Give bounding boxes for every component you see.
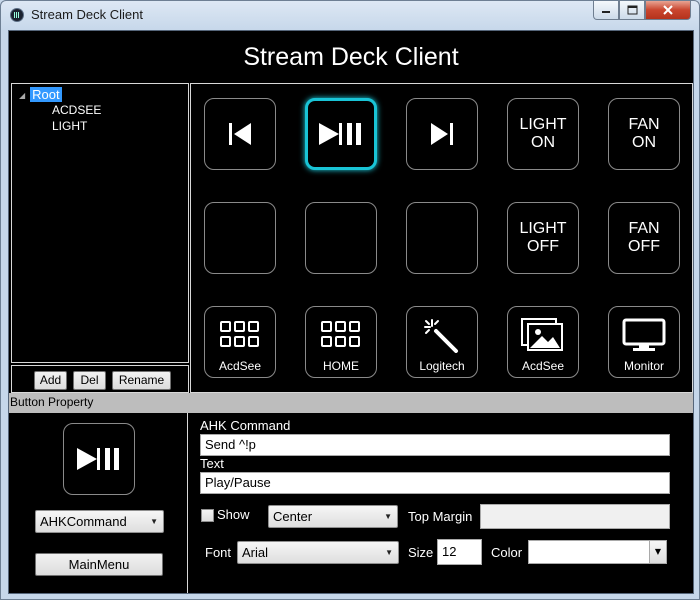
key-13[interactable]: Logitech	[406, 306, 478, 378]
apps-grid-icon	[321, 321, 360, 347]
key-2[interactable]	[305, 98, 377, 170]
client-area: Stream Deck Client ◢ Root ACDSEE LIGHT Ad…	[8, 30, 694, 594]
key-6[interactable]	[204, 202, 276, 274]
property-left-panel: AHKCommand ▼ MainMenu	[9, 413, 188, 593]
chevron-down-icon: ▼	[385, 548, 393, 557]
maximize-icon	[627, 5, 637, 15]
title-bar[interactable]: Stream Deck Client	[1, 1, 699, 29]
key-15[interactable]: Monitor	[608, 306, 680, 378]
show-label: Show	[217, 507, 250, 522]
font-select[interactable]: Arial ▼	[237, 541, 399, 564]
add-button[interactable]: Add	[34, 371, 67, 390]
key-7[interactable]	[305, 202, 377, 274]
text-label: Text	[200, 456, 224, 471]
font-value: Arial	[242, 545, 269, 560]
page-title: Stream Deck Client	[243, 43, 459, 71]
action-type-value: AHKCommand	[40, 514, 127, 529]
skip-previous-icon	[229, 123, 251, 145]
size-label: Size	[408, 545, 434, 560]
top-margin-input[interactable]	[480, 504, 670, 529]
rename-button[interactable]: Rename	[112, 371, 171, 390]
monitor-icon	[622, 318, 666, 351]
button-grid: LIGHT ON FAN ON LIGHT OFF FAN OFF AcdSee HOM…	[190, 83, 693, 393]
maximize-button[interactable]	[619, 1, 645, 20]
main-menu-button[interactable]: MainMenu	[35, 553, 163, 576]
del-button[interactable]: Del	[73, 371, 106, 390]
size-input[interactable]: 12	[437, 539, 482, 565]
button-preview	[63, 423, 135, 495]
chevron-down-icon: ▼	[384, 512, 392, 521]
tree-item-light[interactable]: LIGHT	[52, 119, 87, 133]
expand-arrow-icon[interactable]: ◢	[19, 91, 25, 100]
key-label: Monitor	[623, 359, 664, 373]
app-window: Stream Deck Client Stream Deck Client ◢ R…	[0, 0, 700, 600]
window-controls	[593, 1, 691, 20]
key-label: Logitech	[419, 359, 465, 373]
close-icon	[663, 5, 673, 15]
play-pause-icon	[77, 448, 119, 470]
tree-button-bar: Add Del Rename	[11, 365, 189, 393]
key-label: AcdSee	[521, 359, 565, 373]
color-label: Color	[491, 545, 523, 560]
magic-wand-icon	[424, 319, 458, 353]
tree-item-root[interactable]: ◢ Root	[19, 87, 62, 102]
window-title: Stream Deck Client	[31, 7, 143, 22]
key-label: AcdSee	[218, 359, 262, 373]
action-type-select[interactable]: AHKCommand ▼	[35, 510, 164, 533]
key-1[interactable]	[204, 98, 276, 170]
align-select[interactable]: Center ▼	[268, 505, 398, 528]
key-label: HOME	[323, 359, 359, 373]
key-label: LIGHT OFF	[519, 220, 567, 255]
key-label: FAN OFF	[628, 220, 660, 255]
key-12[interactable]: HOME	[305, 306, 377, 378]
top-margin-label: Top Margin	[408, 509, 473, 524]
tree-item-label: Root	[30, 87, 62, 102]
key-8[interactable]	[406, 202, 478, 274]
minimize-icon	[602, 11, 610, 13]
play-pause-icon	[319, 123, 361, 145]
text-input[interactable]: Play/Pause	[200, 472, 670, 494]
skip-next-icon	[431, 123, 453, 145]
key-4[interactable]: LIGHT ON	[507, 98, 579, 170]
color-picker[interactable]: ▼	[528, 540, 667, 564]
show-checkbox[interactable]	[201, 509, 214, 522]
align-value: Center	[273, 509, 313, 524]
key-5[interactable]: FAN ON	[608, 98, 680, 170]
ahk-command-label: AHK Command	[200, 418, 291, 433]
minimize-button[interactable]	[593, 1, 619, 20]
key-11[interactable]: AcdSee	[204, 306, 276, 378]
folder-tree[interactable]: ◢ Root ACDSEE LIGHT	[11, 83, 189, 363]
ahk-command-input[interactable]: Send ^!p	[200, 434, 670, 456]
chevron-down-icon: ▼	[150, 517, 158, 526]
images-icon	[521, 318, 563, 351]
section-title: Button Property	[9, 393, 693, 413]
key-3[interactable]	[406, 98, 478, 170]
apps-grid-icon	[220, 321, 259, 347]
key-14[interactable]: AcdSee	[507, 306, 579, 378]
key-label: LIGHT ON	[519, 116, 567, 151]
tree-item-acdsee[interactable]: ACDSEE	[52, 103, 101, 117]
chevron-down-icon[interactable]: ▼	[649, 541, 666, 563]
close-button[interactable]	[645, 1, 691, 20]
key-10[interactable]: FAN OFF	[608, 202, 680, 274]
font-label: Font	[205, 545, 232, 560]
key-9[interactable]: LIGHT OFF	[507, 202, 579, 274]
app-icon	[10, 8, 24, 22]
key-label: FAN ON	[628, 116, 660, 151]
